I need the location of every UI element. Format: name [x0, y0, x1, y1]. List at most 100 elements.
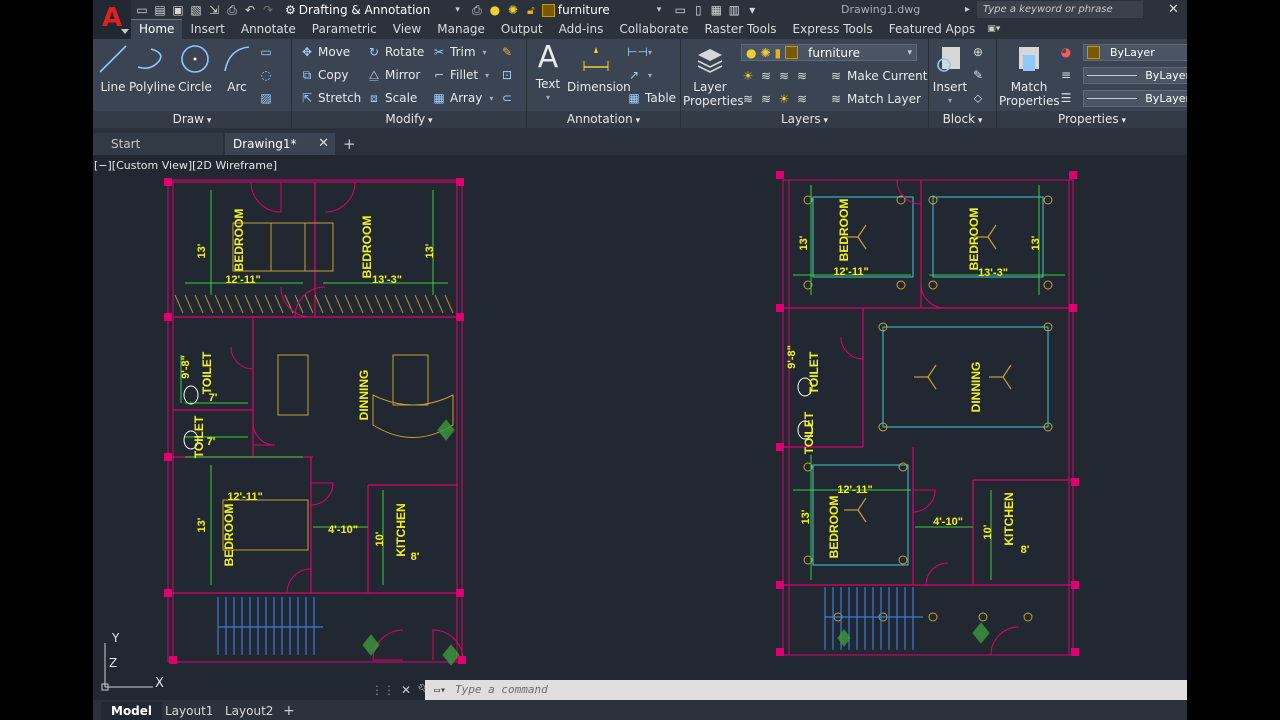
modify-panel-title[interactable]: Modify: [292, 111, 526, 128]
properties-icon[interactable]: ▥: [727, 3, 741, 17]
close-icon[interactable]: ✕: [318, 133, 329, 155]
insert-button[interactable]: Insert ▾: [931, 43, 969, 108]
block-panel-title[interactable]: Block: [929, 111, 996, 128]
layer-unisolate-icon[interactable]: ≋: [741, 92, 755, 106]
model-tab[interactable]: Model: [101, 702, 163, 720]
layer-off-icon[interactable]: ☀: [741, 69, 755, 83]
new-tab-plus-icon[interactable]: +: [343, 133, 363, 155]
layer-isolate-icon[interactable]: ≋: [759, 69, 773, 83]
add-layout-plus-icon[interactable]: +: [273, 702, 305, 720]
layout1-tab[interactable]: Layout1: [155, 702, 223, 720]
dimension-button[interactable]: Dimension: [567, 43, 631, 94]
scale-button[interactable]: ⧈ Scale: [367, 91, 417, 105]
drawing-canvas[interactable]: BEDROOM BEDROOM TOILET TOILET DINNING BEDROOM…: [93, 155, 1187, 700]
block-attributes-button[interactable]: ⬦: [971, 91, 985, 105]
draw-panel-title[interactable]: Draw: [93, 111, 291, 128]
layer-on-icon[interactable]: ☀: [777, 92, 791, 106]
make-current-button[interactable]: ≋ Make Current: [829, 69, 928, 83]
text-button[interactable]: A Text ▾: [531, 41, 565, 105]
command-input[interactable]: ▭▾ Type a command: [425, 680, 1187, 700]
close-icon[interactable]: ✕: [401, 683, 411, 697]
drawing1-tab[interactable]: Drawing1* ✕: [225, 133, 335, 155]
tab-annotate[interactable]: Annotate: [233, 20, 304, 39]
redo-icon[interactable]: ↷: [261, 3, 275, 17]
rectangle-button[interactable]: ▭: [259, 45, 273, 59]
leader-button[interactable]: ↗ ▾: [627, 68, 652, 82]
layer-thaw-icon[interactable]: ≋: [759, 92, 773, 106]
folder-icon[interactable]: ▭: [673, 3, 687, 17]
properties-panel-title[interactable]: Properties: [997, 111, 1187, 128]
tab-insert[interactable]: Insert: [182, 20, 232, 39]
explode-button[interactable]: ⊡: [500, 68, 514, 82]
polyline-button[interactable]: Polyline: [129, 43, 175, 94]
tab-home[interactable]: Home: [131, 19, 183, 39]
customize-icon[interactable]: ▾: [745, 3, 759, 17]
annotation-panel-title[interactable]: Annotation: [527, 111, 680, 128]
tab-raster-tools[interactable]: Raster Tools: [696, 20, 784, 39]
layer-stack-icon[interactable]: ▦: [709, 3, 723, 17]
plot-icon[interactable]: ⎙: [470, 3, 484, 17]
linetype-icon[interactable]: ☰: [1059, 91, 1073, 105]
undo-icon[interactable]: ↶: [243, 3, 257, 17]
lineweight-icon[interactable]: ≡: [1059, 68, 1073, 82]
grip-icon[interactable]: ⋮⋮: [371, 683, 395, 697]
tab-manage[interactable]: Manage: [429, 20, 493, 39]
viewport-label[interactable]: [−][Custom View][2D Wireframe]: [94, 159, 277, 172]
layer-dropdown[interactable]: ● ✺ ▮ furniture ▾: [741, 44, 917, 61]
file-icon[interactable]: ▯: [691, 3, 705, 17]
print-icon[interactable]: ⎙: [225, 3, 239, 17]
ribbon-options-icon[interactable]: ▣▾: [983, 20, 1004, 39]
move-button[interactable]: ✥ Move: [300, 45, 350, 59]
tab-express-tools[interactable]: Express Tools: [785, 20, 881, 39]
mirror-button[interactable]: ⧋ Mirror: [367, 68, 421, 82]
command-history-icon[interactable]: ▭▾: [425, 681, 455, 701]
layers-panel-title[interactable]: Layers: [681, 111, 928, 128]
create-block-button[interactable]: ⊕: [971, 45, 985, 59]
open-icon[interactable]: ▤: [153, 3, 167, 17]
linetype-dropdown[interactable]: ByLayer: [1083, 90, 1187, 107]
layer-quick-dropdown[interactable]: furniture ▾: [541, 3, 661, 17]
workspace-switcher[interactable]: ⚙ Drafting & Annotation ▾: [285, 3, 460, 17]
close-icon[interactable]: ✕: [1168, 2, 1179, 17]
table-button[interactable]: ▦ Table: [627, 91, 676, 105]
linear-dim-button[interactable]: ⊢⊣ ▾: [627, 45, 652, 59]
tab-featured-apps[interactable]: Featured Apps: [881, 20, 983, 39]
line-button[interactable]: Line: [95, 43, 131, 94]
tab-parametric[interactable]: Parametric: [304, 20, 385, 39]
layer-freeze-icon[interactable]: ≋: [777, 69, 791, 83]
array-button[interactable]: ▦ Array ▾: [432, 91, 493, 105]
fillet-button[interactable]: ⌐ Fillet ▾: [432, 68, 489, 82]
hatch-button[interactable]: ◌: [259, 68, 273, 82]
edit-block-button[interactable]: ✎: [971, 68, 985, 82]
match-properties-button[interactable]: Match Properties: [999, 43, 1060, 108]
arc-button[interactable]: Arc: [219, 43, 255, 94]
offset-button[interactable]: ⊂: [500, 91, 514, 105]
circle-button[interactable]: Circle: [177, 43, 213, 94]
gradient-button[interactable]: ▨: [259, 91, 273, 105]
lightbulb-icon[interactable]: ●: [488, 3, 502, 17]
sun-icon[interactable]: ✺: [506, 3, 520, 17]
color-dropdown[interactable]: ByLayer: [1083, 44, 1187, 61]
tab-collaborate[interactable]: Collaborate: [611, 20, 696, 39]
rotate-button[interactable]: ↻ Rotate: [367, 45, 424, 59]
start-tab[interactable]: Start: [93, 133, 223, 155]
stretch-button[interactable]: ⇱ Stretch: [300, 91, 361, 105]
layer-unlock-icon[interactable]: ≋: [795, 92, 809, 106]
new-icon[interactable]: ▭: [135, 3, 149, 17]
tab-output[interactable]: Output: [493, 20, 551, 39]
save-icon[interactable]: ▣: [171, 3, 185, 17]
color-wheel-icon[interactable]: ◕: [1059, 45, 1073, 59]
tab-view[interactable]: View: [385, 20, 429, 39]
lineweight-dropdown[interactable]: ByLayer: [1083, 67, 1187, 84]
tab-add-ins[interactable]: Add-ins: [551, 20, 612, 39]
help-search-input[interactable]: Type a keyword or phrase: [965, 1, 1143, 18]
save-as-icon[interactable]: ▧: [189, 3, 203, 17]
erase-button[interactable]: ✎: [500, 45, 514, 59]
layer-lock-icon[interactable]: ≋: [795, 69, 809, 83]
layer-properties-button[interactable]: Layer Properties: [683, 43, 744, 108]
application-menu-button[interactable]: A: [93, 0, 131, 36]
lock-icon[interactable]: 🔓︎: [524, 3, 538, 17]
web-icon[interactable]: ⇲: [207, 3, 221, 17]
trim-button[interactable]: ✂ Trim ▾: [432, 45, 487, 59]
copy-button[interactable]: ⧉ Copy: [300, 68, 349, 82]
